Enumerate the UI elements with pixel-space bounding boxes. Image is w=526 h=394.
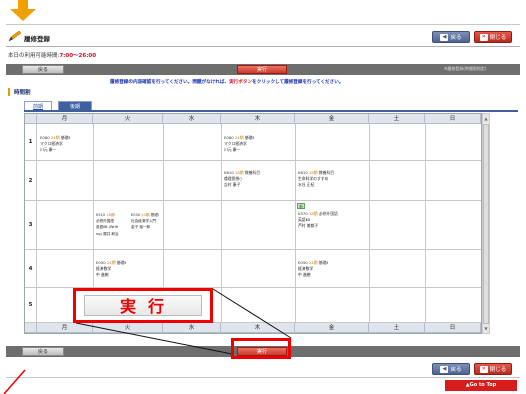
red-pointer-line <box>3 369 26 394</box>
execute-highlight-box <box>231 338 291 359</box>
annotation-lines <box>3 288 292 394</box>
execute-button-zoom: 実行 <box>84 295 202 316</box>
callout-pointer-line <box>75 322 233 355</box>
execute-button-callout: 実行 <box>73 288 213 323</box>
callout-pointer-line <box>212 288 292 339</box>
